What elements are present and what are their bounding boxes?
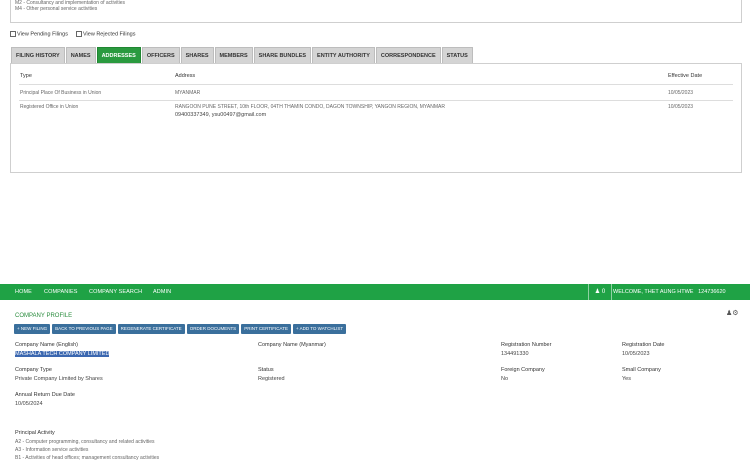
filing-filters: View Pending Filings View Rejected Filin… — [10, 31, 135, 37]
nav-company-search[interactable]: COMPANY SEARCH — [89, 284, 142, 300]
address-value: RANGOON PUNE STREET, 10th FLOOR, 04TH TH… — [175, 104, 445, 110]
status-label: Status — [258, 367, 274, 373]
divider — [19, 84, 733, 85]
nav-companies[interactable]: COMPANIES — [44, 284, 78, 300]
address-value: MYANMAR — [175, 90, 201, 96]
column-header-effective-date: Effective Date — [668, 73, 703, 79]
address-contact: 09400337349, ysu00497@gmail.com — [175, 112, 267, 118]
status-value: Registered — [258, 376, 285, 382]
principal-activity-label: Principal Activity — [15, 430, 55, 436]
registration-number-value: 134491330 — [501, 351, 529, 357]
new-filing-button[interactable]: + NEW FILING — [14, 324, 51, 334]
page-title: COMPANY PROFILE — [15, 313, 73, 319]
activity-summary-box: M2 - Consultancy and implementation of a… — [10, 0, 742, 23]
foreign-company-value: No — [501, 376, 509, 382]
activity-item: B1 - Activities of head offices; managem… — [15, 455, 160, 461]
print-certificate-button[interactable]: PRINT CERTIFICATE — [241, 324, 291, 334]
company-name-en-label: Company Name (English) — [15, 342, 78, 348]
address-effective-date: 10/05/2023 — [668, 104, 694, 110]
address-effective-date: 10/05/2023 — [668, 90, 694, 96]
activity-item: A3 - Information service activities — [15, 447, 89, 453]
addresses-table: Type Address Effective Date Principal Pl… — [10, 63, 742, 173]
user-icon: ♟ — [594, 289, 601, 295]
annual-return-value: 10/05/2024 — [15, 401, 43, 407]
address-type: Registered Office in Union — [20, 104, 79, 110]
small-company-label: Small Company — [622, 367, 661, 373]
annual-return-label: Annual Return Due Date — [15, 392, 75, 398]
view-pending-filings-checkbox[interactable]: View Pending Filings — [10, 31, 68, 37]
regenerate-certificate-button[interactable]: REGENERATE CERTIFICATE — [117, 324, 185, 334]
action-buttons: + NEW FILING BACK TO PREVIOUS PAGE REGEN… — [14, 324, 347, 334]
address-type: Principal Place Of Business in Union — [20, 90, 102, 96]
back-button[interactable]: BACK TO PREVIOUS PAGE — [52, 324, 116, 334]
nav-admin[interactable]: ADMIN — [153, 284, 171, 300]
registration-number-label: Registration Number — [501, 342, 552, 348]
watch-icons[interactable]: ♟⚙ — [726, 309, 739, 317]
divider — [19, 100, 733, 101]
company-type-label: Company Type — [15, 367, 52, 373]
add-to-watchlist-button[interactable]: + ADD TO WATCHLIST — [292, 324, 347, 334]
summary-line: M4 - Other personal service activities — [15, 6, 98, 12]
company-name-mm-label: Company Name (Myanmar) — [258, 342, 326, 348]
user-count: 0 — [601, 289, 606, 295]
nav-home[interactable]: HOME — [15, 284, 32, 300]
view-rejected-filings-checkbox[interactable]: View Rejected Filings — [75, 31, 135, 37]
column-header-type: Type — [20, 73, 32, 79]
gear-icon: ⚙ — [732, 310, 739, 317]
addresses-panel-section: M2 - Consultancy and implementation of a… — [0, 0, 750, 173]
company-type-value: Private Company Limited by Shares — [15, 376, 103, 382]
activity-item: A2 - Computer programming, consultancy a… — [15, 439, 155, 445]
registration-date-label: Registration Date — [622, 342, 665, 348]
welcome-message[interactable]: WELCOME, THET AUNG HTWE 124736620 — [613, 284, 726, 300]
top-navigation-bar: HOME COMPANIES COMPANY SEARCH ADMIN ♟ 0 … — [0, 284, 750, 300]
column-header-address: Address — [175, 73, 196, 79]
user-phone: 124736620 — [698, 289, 726, 295]
company-name-en-value: MASHALA TECH COMPANY LIMITED — [15, 351, 110, 357]
registration-date-value: 10/05/2023 — [622, 351, 650, 357]
order-documents-button[interactable]: ORDER DOCUMENTS — [186, 324, 240, 334]
user-notifications[interactable]: ♟ 0 — [588, 284, 612, 300]
small-company-value: Yes — [622, 376, 631, 382]
foreign-company-label: Foreign Company — [501, 367, 545, 373]
